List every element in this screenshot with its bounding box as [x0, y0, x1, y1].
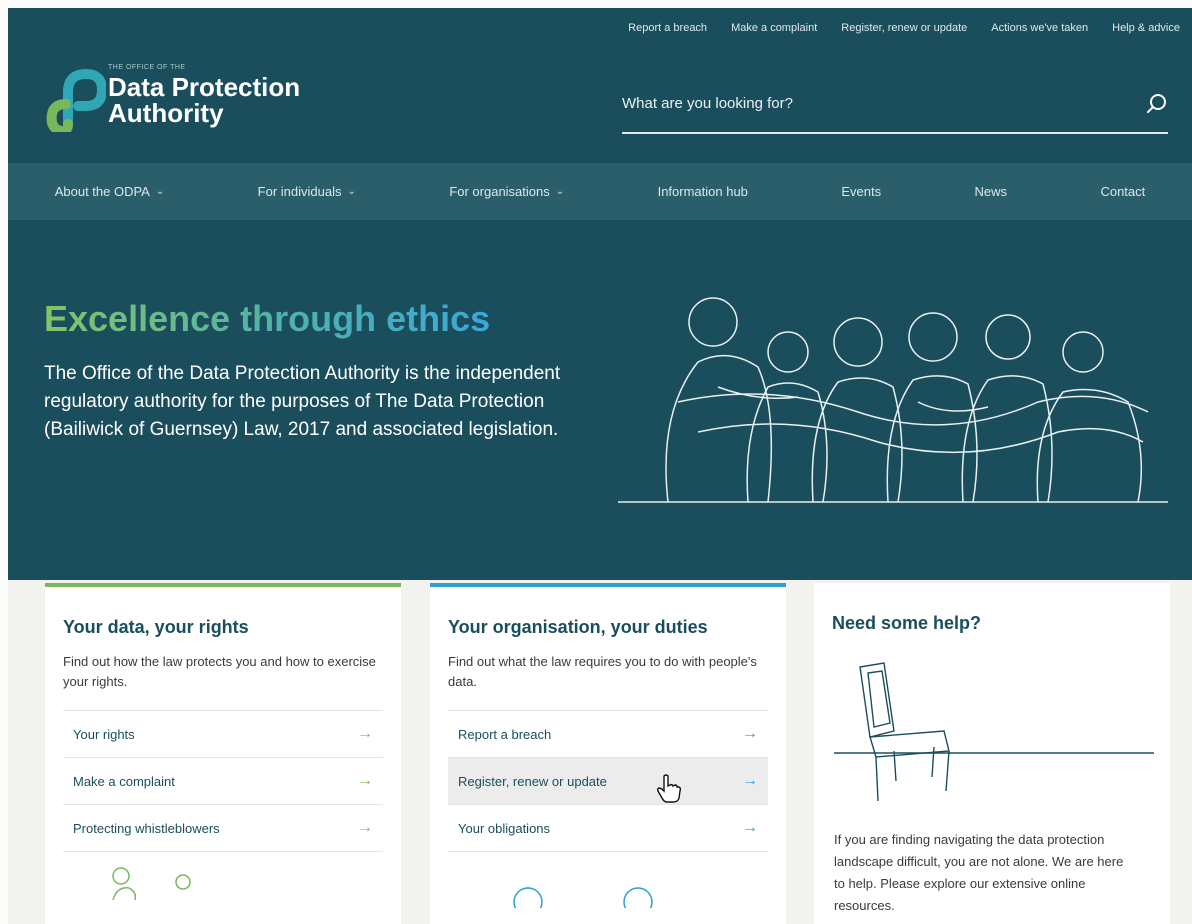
- search-bar: [622, 88, 1168, 134]
- chevron-down-icon: ⌄: [347, 186, 356, 197]
- hero-title: Excellence through ethics: [44, 298, 491, 339]
- hero-body: The Office of the Data Protection Author…: [44, 363, 561, 440]
- link-label: Protecting whistleblowers: [73, 820, 220, 836]
- logo-mark-icon: [46, 68, 106, 132]
- utility-link-register[interactable]: Register, renew or update: [829, 22, 979, 34]
- nav-label: For individuals: [257, 184, 342, 199]
- link-label: Your rights: [73, 726, 135, 742]
- card-need-help: Need some help? If you are finding navig…: [814, 583, 1170, 924]
- link-label: Register, renew or update: [458, 773, 607, 789]
- nav-item-organisations[interactable]: For organisations ⌄: [449, 184, 564, 199]
- card-title: Your organisation, your duties: [448, 617, 708, 637]
- utility-link-help[interactable]: Help & advice: [1100, 22, 1192, 34]
- logo-line1: Data Protection: [108, 72, 301, 102]
- link-label: Your obligations: [458, 820, 551, 836]
- card-title: Need some help?: [832, 613, 982, 633]
- page-frame: Report a breach Make a complaint Registe…: [8, 8, 1192, 924]
- nav-label: Contact: [1100, 184, 1146, 199]
- arrow-right-icon: →: [357, 819, 373, 836]
- chevron-down-icon: ⌄: [155, 186, 165, 197]
- card-description: If you are finding navigating the data p…: [834, 832, 1124, 913]
- logo-small-text: THE OFFICE OF THE: [108, 64, 186, 71]
- nav-item-about[interactable]: About the ODPA ⌄: [55, 184, 165, 199]
- chair-illustration-icon: [834, 662, 1154, 802]
- chevron-down-icon: ⌄: [555, 186, 565, 197]
- link-report-breach[interactable]: Report a breach →: [448, 711, 768, 758]
- nav-item-information-hub[interactable]: Information hub: [658, 184, 748, 199]
- card-description: Find out how the law protects you and ho…: [63, 654, 376, 689]
- link-your-rights[interactable]: Your rights →: [63, 711, 383, 758]
- card-links: Your rights → Make a complaint → Protectin…: [63, 710, 383, 852]
- nav-label: Information hub: [657, 184, 748, 199]
- nav-item-news[interactable]: News: [975, 184, 1008, 199]
- utility-link-report-breach[interactable]: Report a breach: [616, 22, 719, 34]
- arrow-right-icon: →: [742, 725, 758, 742]
- nav-label: For organisations: [449, 184, 550, 199]
- card-title: Your data, your rights: [63, 617, 249, 637]
- card-your-duties: Your organisation, your duties Find out …: [430, 583, 786, 924]
- hand-pointer-cursor-icon: [656, 774, 682, 803]
- search-input[interactable]: [622, 88, 1122, 118]
- card-your-rights: Your data, your rights Find out how the …: [45, 583, 401, 924]
- link-your-obligations[interactable]: Your obligations →: [448, 805, 768, 852]
- link-register-renew-update[interactable]: Register, renew or update →: [448, 758, 768, 805]
- card-description: Find out what the law requires you to do…: [448, 654, 757, 689]
- arrow-right-icon: →: [357, 772, 373, 789]
- search-icon[interactable]: [1146, 92, 1168, 119]
- nav-label: Events: [841, 184, 882, 199]
- card-links: Report a breach → Register, renew or upda…: [448, 710, 768, 852]
- nav-item-events[interactable]: Events: [841, 184, 881, 199]
- arrow-right-icon: →: [357, 725, 373, 742]
- globe-illustration-icon: [513, 887, 653, 917]
- arrow-right-icon: →: [742, 819, 758, 836]
- main-nav: About the ODPA ⌄ For individuals ⌄ For org…: [8, 163, 1192, 220]
- nav-item-individuals[interactable]: For individuals ⌄: [258, 184, 356, 199]
- utility-nav: Report a breach Make a complaint Registe…: [616, 8, 1192, 48]
- people-embrace-illustration: [618, 297, 1168, 503]
- nav-label: About the ODPA: [54, 184, 150, 199]
- people-illustration-icon: [112, 867, 191, 901]
- link-protecting-whistleblowers[interactable]: Protecting whistleblowers →: [63, 805, 383, 852]
- logo-line2: Authority: [108, 98, 224, 128]
- site-logo[interactable]: THE OFFICE OF THE Data Protection Author…: [46, 62, 326, 132]
- utility-link-actions[interactable]: Actions we've taken: [979, 22, 1100, 34]
- link-label: Make a complaint: [73, 773, 175, 789]
- link-make-complaint[interactable]: Make a complaint →: [63, 758, 383, 805]
- arrow-right-icon: →: [742, 772, 758, 789]
- utility-link-make-complaint[interactable]: Make a complaint: [719, 22, 829, 34]
- nav-label: News: [974, 184, 1008, 199]
- link-label: Report a breach: [458, 726, 552, 742]
- nav-item-contact[interactable]: Contact: [1100, 184, 1145, 199]
